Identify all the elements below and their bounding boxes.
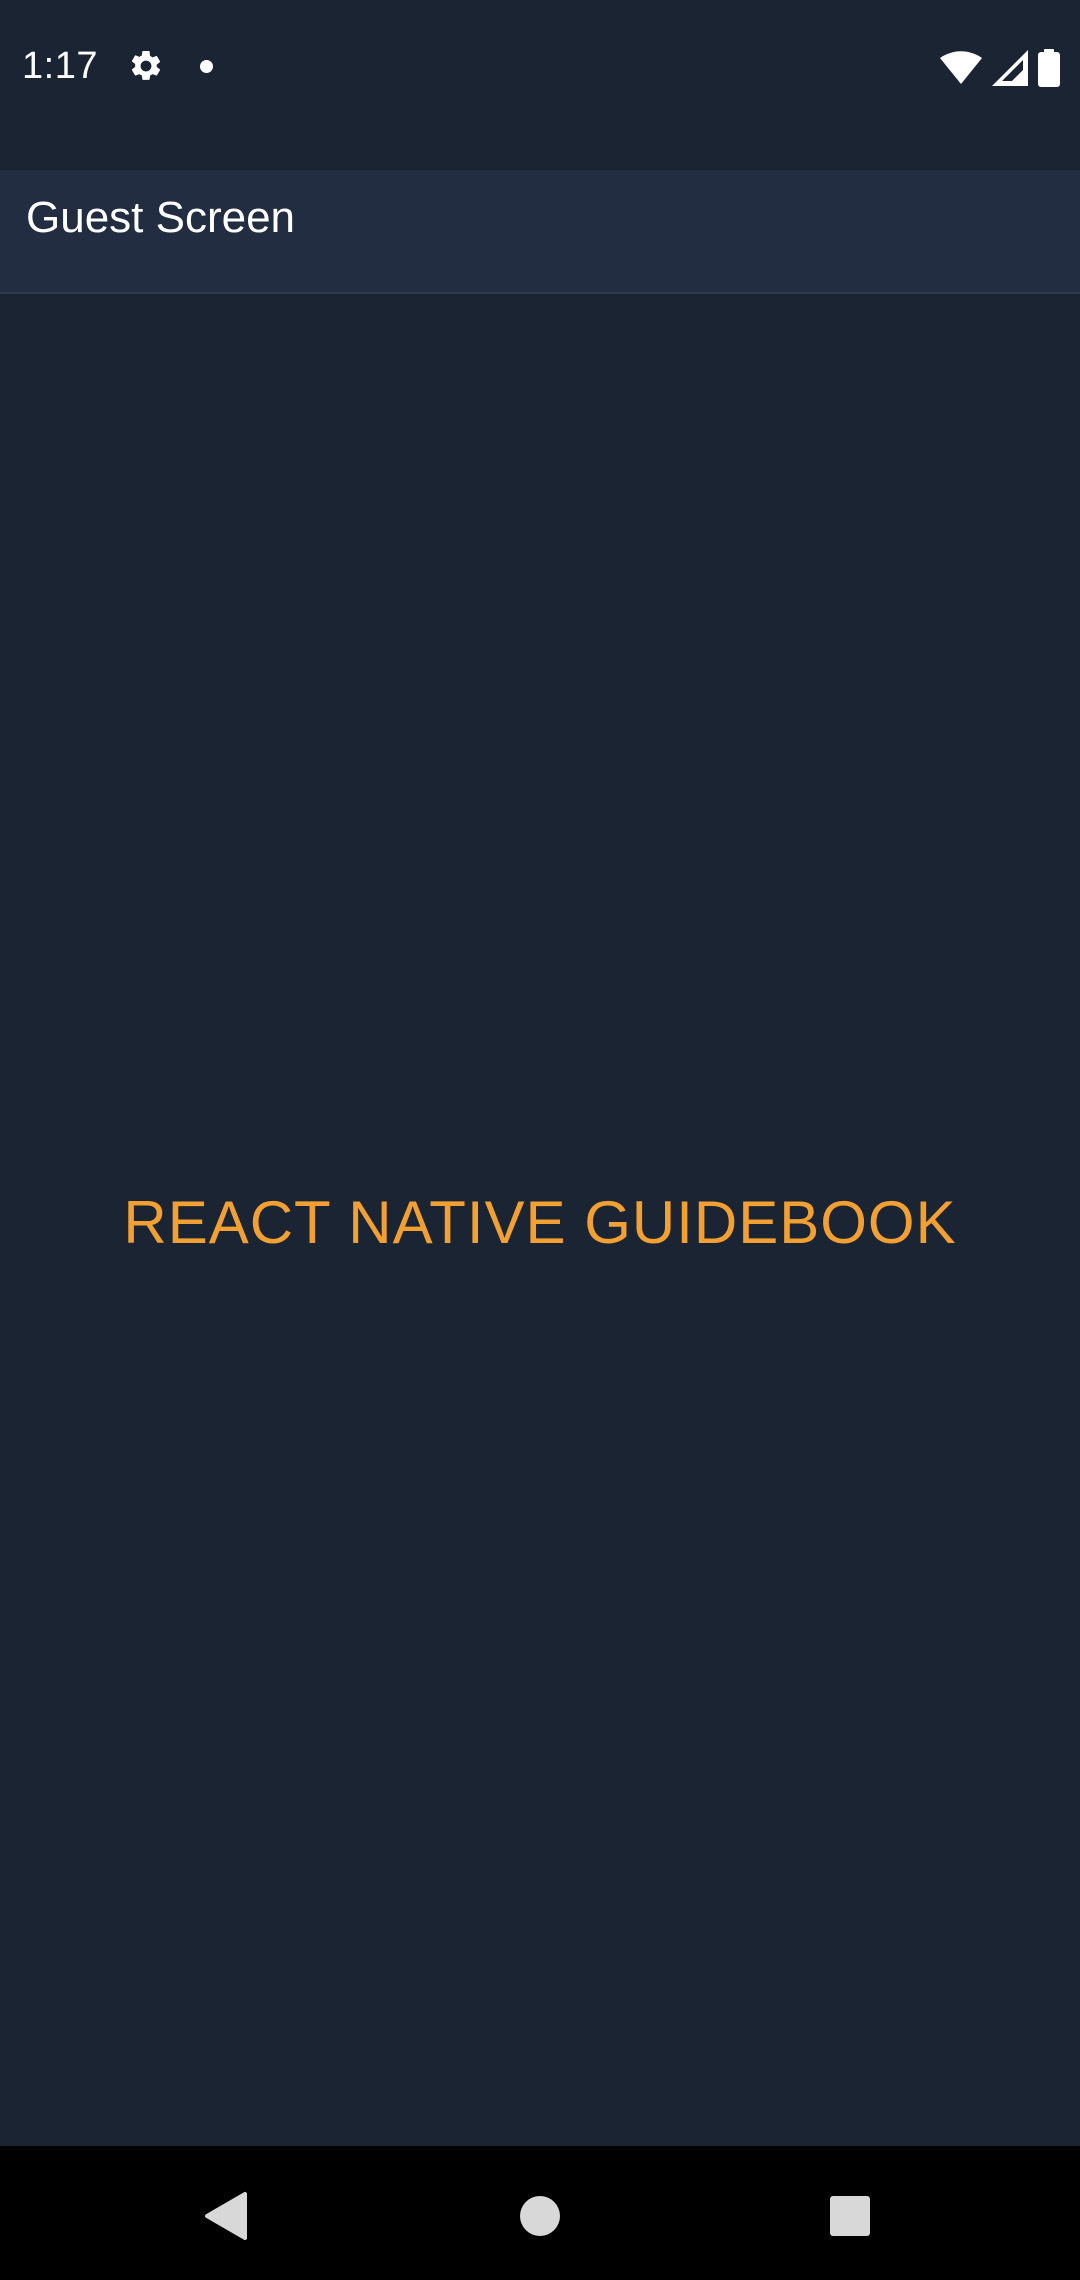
back-button[interactable]: [186, 2176, 266, 2256]
recents-button[interactable]: [810, 2176, 890, 2256]
navigation-bar: [0, 2146, 1080, 2280]
app-screen: 1:17 Guest Screen REACT NATIVE GUIDEBOOK: [0, 0, 1080, 2280]
home-icon: [520, 2196, 560, 2236]
status-icons: [940, 48, 1060, 88]
status-time: 1:17: [22, 45, 98, 87]
status-bar: 1:17: [0, 0, 1080, 132]
app-header: Guest Screen: [0, 170, 1080, 294]
back-icon: [205, 2192, 247, 2240]
main-content: REACT NATIVE GUIDEBOOK: [0, 294, 1080, 2146]
signal-icon: [992, 50, 1028, 86]
wifi-icon: [940, 51, 982, 84]
battery-icon: [1038, 49, 1060, 87]
home-button[interactable]: [500, 2176, 580, 2256]
recents-icon: [830, 2196, 870, 2236]
gear-icon: [131, 50, 161, 80]
guidebook-title: REACT NATIVE GUIDEBOOK: [123, 1189, 957, 1256]
notification-dot-icon: [200, 60, 213, 73]
page-title: Guest Screen: [26, 193, 296, 242]
